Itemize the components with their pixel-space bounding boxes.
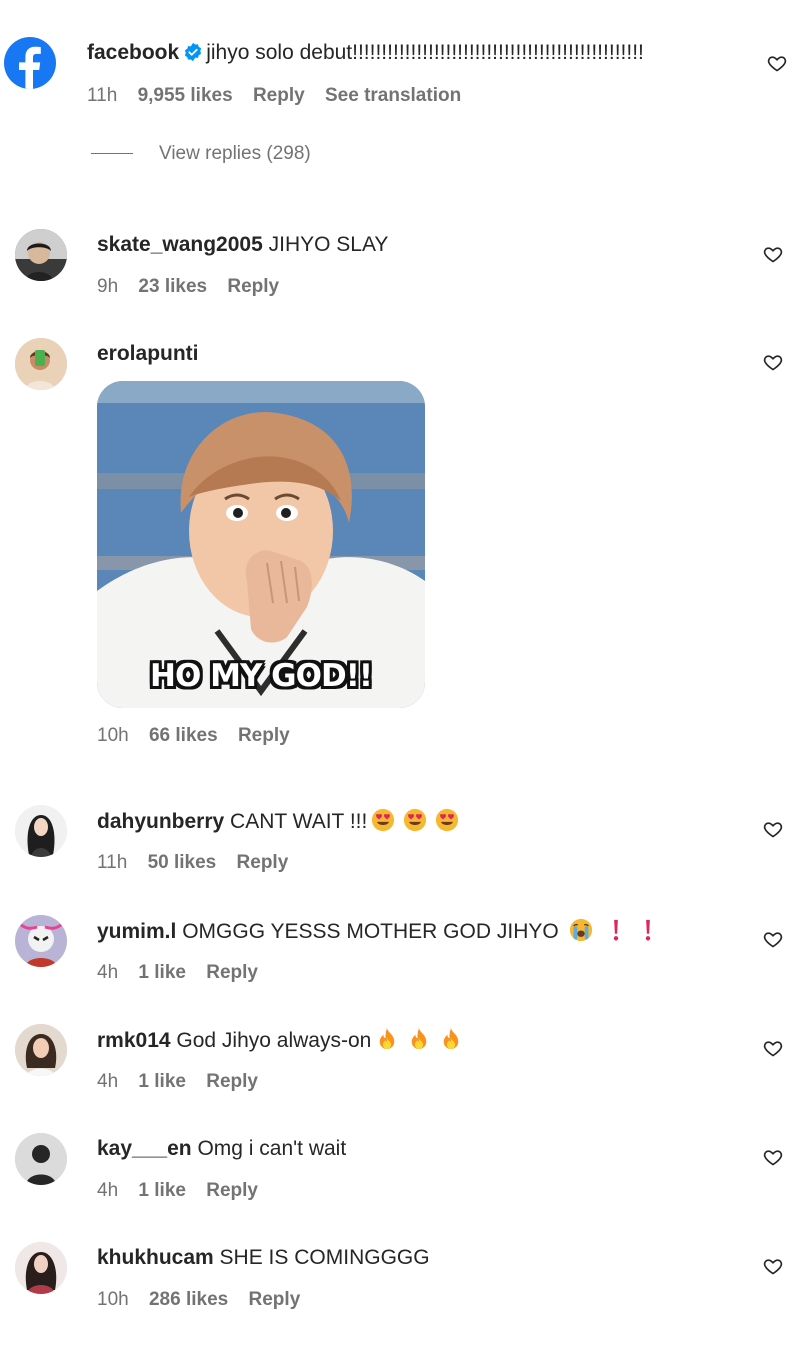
- like-heart-icon[interactable]: [763, 929, 783, 949]
- facebook-avatar[interactable]: [4, 37, 56, 89]
- username[interactable]: khukhucam: [97, 1246, 214, 1269]
- comment-text-line: facebook jihyo solo debut!!!!!!!!!!!!!!!!…: [87, 40, 644, 66]
- comment-text-line: yumim.l OMGGG YESSS MOTHER GOD JIHYO: [97, 918, 653, 945]
- comment-body: God Jihyo always-on: [176, 1029, 372, 1052]
- user-photo-icon: [15, 805, 67, 857]
- fire-icon: [409, 1027, 429, 1051]
- username[interactable]: erolapunti: [97, 342, 199, 365]
- comment-meta: 11h 9,955 likes Reply See translation: [87, 85, 476, 107]
- like-heart-icon[interactable]: [763, 1256, 783, 1276]
- facebook-logo-icon: [19, 46, 41, 89]
- timestamp: 10h: [97, 1289, 129, 1310]
- comment-text-line: erolapunti: [97, 341, 199, 367]
- username[interactable]: rmk014: [97, 1029, 171, 1052]
- timestamp: 10h: [97, 725, 129, 746]
- likes-count[interactable]: 1 like: [138, 962, 186, 983]
- like-heart-icon[interactable]: [763, 352, 783, 372]
- likes-count[interactable]: 9,955 likes: [138, 85, 233, 106]
- comment-meta: 9h 23 likes Reply: [97, 276, 294, 298]
- likes-count[interactable]: 1 like: [138, 1071, 186, 1092]
- likes-count[interactable]: 1 like: [138, 1180, 186, 1201]
- exclamation-icon: [643, 918, 653, 942]
- username[interactable]: kay___en: [97, 1137, 192, 1160]
- user-photo-icon: [15, 1242, 67, 1294]
- timestamp: 4h: [97, 1071, 119, 1092]
- user-photo-icon: [15, 1024, 67, 1076]
- like-heart-icon[interactable]: [767, 53, 787, 73]
- fire-icon: [377, 1027, 397, 1051]
- default-avatar-icon: [15, 1133, 67, 1185]
- like-heart-icon[interactable]: [763, 1038, 783, 1058]
- view-replies-label: View replies (298): [159, 143, 311, 164]
- timestamp: 11h: [87, 85, 118, 106]
- comment-text-line: khukhucam SHE IS COMINGGGG: [97, 1245, 430, 1271]
- comment-text-line: kay___en Omg i can't wait: [97, 1136, 346, 1162]
- username[interactable]: dahyunberry: [97, 810, 224, 833]
- exclamation-icon: [611, 918, 621, 942]
- like-heart-icon[interactable]: [763, 819, 783, 839]
- heart-eyes-icon: [403, 808, 427, 832]
- avatar[interactable]: [15, 229, 67, 281]
- see-translation-button[interactable]: See translation: [325, 85, 461, 106]
- user-photo-icon: [15, 915, 67, 967]
- user-photo-icon: [15, 338, 67, 390]
- timestamp: 11h: [97, 852, 128, 873]
- comment-body: jihyo solo debut!!!!!!!!!!!!!!!!!!!!!!!!…: [206, 41, 644, 64]
- timestamp: 4h: [97, 962, 119, 983]
- timestamp: 9h: [97, 276, 119, 297]
- reply-button[interactable]: Reply: [237, 852, 289, 873]
- comment-body: JIHYO SLAY: [268, 233, 389, 256]
- verified-badge-icon: [183, 42, 203, 62]
- reply-button[interactable]: Reply: [238, 725, 290, 746]
- likes-count[interactable]: 50 likes: [148, 852, 217, 873]
- reply-button[interactable]: Reply: [206, 1180, 258, 1201]
- gif-attachment[interactable]: HO MY GOD!!: [97, 381, 425, 708]
- likes-count[interactable]: 23 likes: [138, 276, 207, 297]
- comment-meta: 4h 1 like Reply: [97, 1180, 273, 1202]
- username[interactable]: skate_wang2005: [97, 233, 263, 256]
- heart-eyes-icon: [435, 808, 459, 832]
- timestamp: 4h: [97, 1180, 119, 1201]
- comment-meta: 10h 286 likes Reply: [97, 1289, 315, 1311]
- comment-meta: 11h 50 likes Reply: [97, 852, 303, 874]
- replies-divider: [91, 153, 133, 155]
- avatar[interactable]: [15, 805, 67, 857]
- comment-text-line: skate_wang2005 JIHYO SLAY: [97, 232, 388, 258]
- gif-caption: HO MY GOD!!: [150, 658, 373, 694]
- loudly-crying-icon: [569, 918, 593, 942]
- reply-button[interactable]: Reply: [253, 85, 305, 106]
- comment-body: SHE IS COMINGGGG: [219, 1246, 430, 1269]
- avatar[interactable]: [15, 915, 67, 967]
- reply-button[interactable]: Reply: [206, 962, 258, 983]
- heart-eyes-icon: [371, 808, 395, 832]
- comment-meta: 10h 66 likes Reply: [97, 725, 305, 747]
- avatar[interactable]: [15, 338, 67, 390]
- reply-button[interactable]: Reply: [206, 1071, 258, 1092]
- comment-text-line: rmk014 God Jihyo always-on: [97, 1027, 461, 1054]
- like-heart-icon[interactable]: [763, 1147, 783, 1167]
- user-photo-icon: [15, 229, 67, 281]
- comment-body: OMGGG YESSS MOTHER GOD JIHYO: [182, 920, 559, 943]
- avatar[interactable]: [15, 1024, 67, 1076]
- comment-meta: 4h 1 like Reply: [97, 962, 273, 984]
- comment-body: Omg i can't wait: [197, 1137, 347, 1160]
- reply-button[interactable]: Reply: [227, 276, 279, 297]
- fire-icon: [441, 1027, 461, 1051]
- avatar[interactable]: [15, 1133, 67, 1185]
- username[interactable]: yumim.l: [97, 920, 176, 943]
- like-heart-icon[interactable]: [763, 244, 783, 264]
- avatar[interactable]: [15, 1242, 67, 1294]
- reply-button[interactable]: Reply: [249, 1289, 301, 1310]
- comment-text-line: dahyunberry CANT WAIT !!!: [97, 808, 459, 835]
- likes-count[interactable]: 286 likes: [149, 1289, 228, 1310]
- comment-body: CANT WAIT !!!: [230, 810, 368, 833]
- view-replies-button[interactable]: View replies (298): [91, 143, 311, 165]
- username[interactable]: facebook: [87, 41, 179, 64]
- likes-count[interactable]: 66 likes: [149, 725, 218, 746]
- comment-meta: 4h 1 like Reply: [97, 1071, 273, 1093]
